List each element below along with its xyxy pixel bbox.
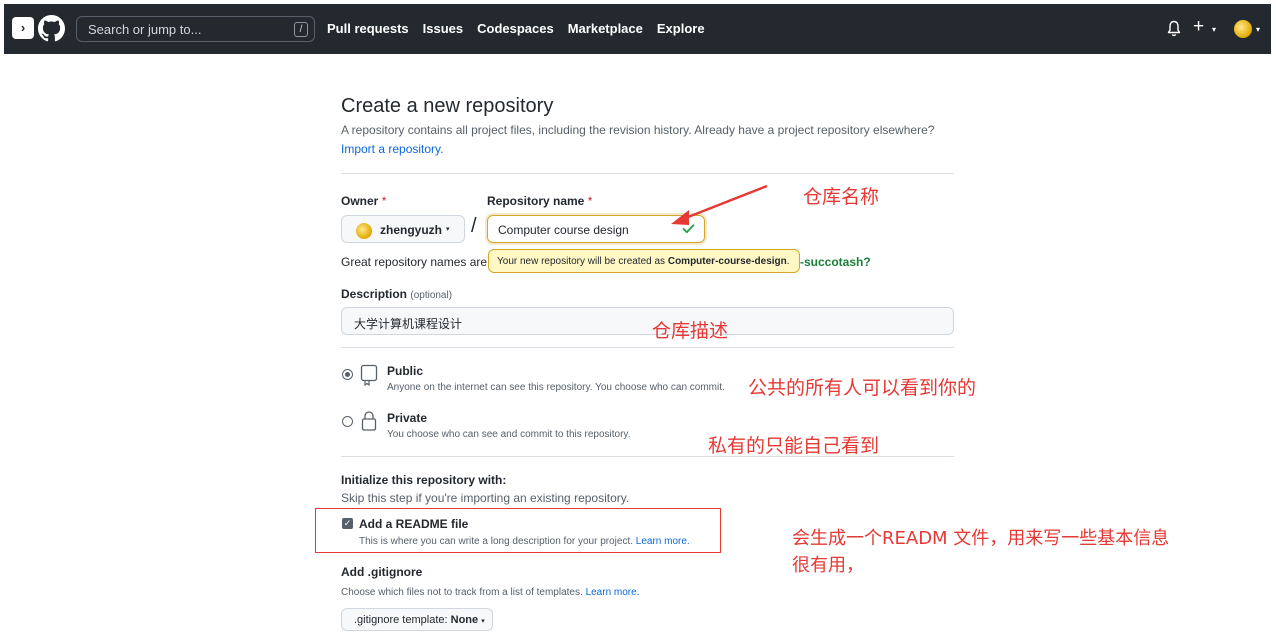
private-radio[interactable]	[342, 416, 353, 427]
nav-marketplace[interactable]: Marketplace	[568, 21, 643, 36]
gitignore-learn-more-link[interactable]: Learn more.	[586, 587, 640, 598]
chevron-down-icon: ▾	[446, 226, 450, 233]
tooltip-repo-slug: Computer-course-design	[667, 256, 787, 267]
gitignore-description: Choose which files not to track from a l…	[341, 587, 640, 598]
annotation-repo-name: 仓库名称	[803, 186, 880, 208]
search-placeholder: Search or jump to...	[88, 22, 202, 37]
public-description: Anyone on the internet can see this repo…	[387, 382, 725, 393]
sidebar-toggle-icon[interactable]: ›	[12, 17, 34, 39]
import-repository-link[interactable]: Import a repository.	[341, 142, 443, 156]
initialize-title: Initialize this repository with:	[341, 473, 507, 487]
owner-avatar	[356, 223, 372, 239]
annotation-readme-line2: 很有用，	[792, 555, 864, 576]
name-suggestion-link[interactable]: -succotash?	[800, 255, 871, 269]
repo-icon	[360, 364, 378, 386]
search-input[interactable]: Search or jump to... /	[76, 16, 315, 42]
owner-select[interactable]: zhengyuzh ▾	[341, 215, 465, 243]
name-suggestion-text: Great repository names are	[341, 255, 488, 269]
search-shortcut-key: /	[294, 22, 308, 37]
create-caret-icon[interactable]: ▾	[1212, 25, 1216, 34]
owner-name: zhengyuzh	[380, 223, 442, 237]
github-logo-icon[interactable]	[38, 15, 65, 42]
owner-label: Owner *	[341, 194, 387, 208]
description-value: 大学计算机课程设计	[354, 317, 463, 331]
description-label: Description (optional)	[341, 287, 453, 301]
public-title: Public	[387, 364, 424, 378]
repo-name-tooltip: Your new repository will be created as C…	[488, 249, 800, 273]
plus-icon[interactable]: +	[1193, 16, 1204, 38]
chevron-down-icon: ▾	[481, 618, 485, 625]
repo-name-label: Repository name *	[487, 194, 593, 208]
annotation-description: 仓库描述	[652, 320, 729, 342]
gitignore-template-select[interactable]: .gitignore template: None ▾	[341, 608, 493, 631]
private-description: You choose who can see and commit to thi…	[387, 429, 631, 440]
nav-issues[interactable]: Issues	[423, 21, 463, 36]
annotation-readme-line1: 会生成一个READM 文件，用来写一些基本信息	[792, 528, 1170, 549]
annotation-private: 私有的只能自己看到	[708, 435, 880, 457]
avatar[interactable]	[1234, 20, 1252, 38]
private-title: Private	[387, 411, 428, 425]
bell-icon[interactable]	[1166, 20, 1182, 38]
nav-pull-requests[interactable]: Pull requests	[327, 21, 409, 36]
readme-title: Add a README file	[359, 517, 469, 531]
divider	[341, 347, 954, 348]
profile-caret-icon[interactable]: ▾	[1256, 25, 1260, 34]
divider	[341, 173, 954, 174]
gitignore-title: Add .gitignore	[341, 565, 423, 579]
owner-repo-separator: /	[471, 215, 477, 237]
readme-checkbox[interactable]: ✓	[342, 518, 353, 529]
page-title: Create a new repository	[341, 95, 554, 117]
initialize-subtitle: Skip this step if you're importing an ex…	[341, 491, 630, 505]
description-input[interactable]: 大学计算机课程设计	[341, 307, 954, 335]
public-radio[interactable]	[342, 369, 353, 380]
readme-learn-more-link[interactable]: Learn more.	[636, 536, 690, 547]
page-subtitle: A repository contains all project files,…	[341, 123, 935, 137]
readme-description: This is where you can write a long descr…	[359, 536, 690, 547]
nav-codespaces[interactable]: Codespaces	[477, 21, 554, 36]
top-navbar: › Search or jump to... / Pull requests I…	[4, 4, 1271, 54]
nav-explore[interactable]: Explore	[657, 21, 705, 36]
annotation-arrow	[671, 184, 768, 225]
annotation-public: 公共的所有人可以看到你的	[748, 377, 977, 399]
primary-nav: Pull requests Issues Codespaces Marketpl…	[327, 21, 705, 36]
repo-name-value: Computer course design	[498, 223, 629, 237]
lock-icon	[361, 411, 377, 431]
